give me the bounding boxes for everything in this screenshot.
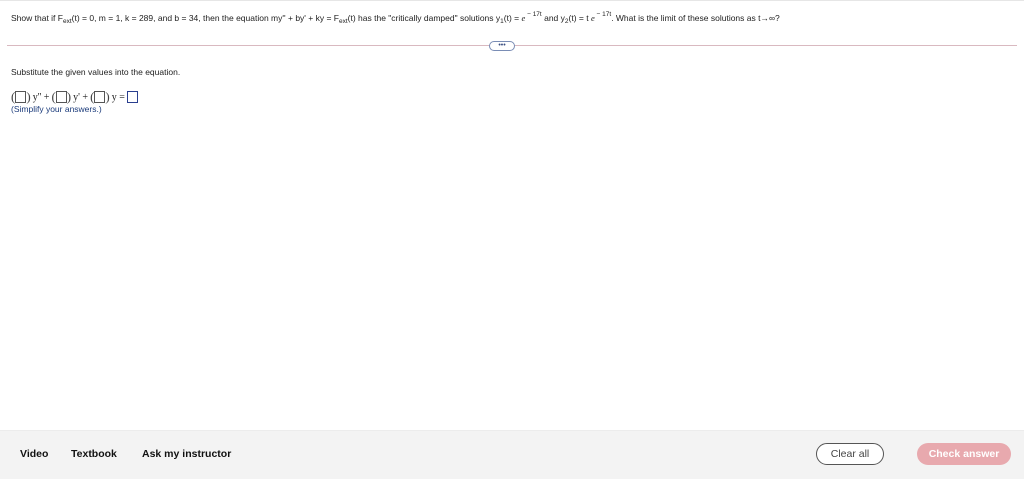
answer-box-k[interactable] <box>94 91 106 103</box>
paren-close-3: ) <box>105 89 110 104</box>
check-answer-button[interactable]: Check answer <box>917 443 1011 465</box>
expand-more-button[interactable]: ••• <box>489 41 515 51</box>
video-link[interactable]: Video <box>20 448 48 460</box>
answer-box-rhs[interactable] <box>126 91 138 103</box>
simplify-hint: (Simplify your answers.) <box>11 104 102 114</box>
clear-all-button[interactable]: Clear all <box>816 443 884 465</box>
question-text: Show that if Fext(t) = 0, m = 1, k = 289… <box>11 11 780 25</box>
step-instruction: Substitute the given values into the equ… <box>11 67 181 77</box>
term-ypp: y'' + <box>32 91 50 103</box>
term-yp: y' + <box>73 91 89 103</box>
paren-close-2: ) <box>66 89 72 104</box>
answer-box-m[interactable] <box>15 91 27 103</box>
ask-instructor-link[interactable]: Ask my instructor <box>142 448 231 460</box>
equation-row: ( ) y'' + ( ) y' + ( ) y = <box>11 89 138 105</box>
answer-box-b[interactable] <box>55 91 67 103</box>
term-y: y = <box>111 91 125 103</box>
textbook-link[interactable]: Textbook <box>71 448 117 460</box>
top-border <box>0 0 1024 1</box>
footer-bar: Video Textbook Ask my instructor Clear a… <box>0 430 1024 479</box>
paren-close-1: ) <box>26 89 31 104</box>
